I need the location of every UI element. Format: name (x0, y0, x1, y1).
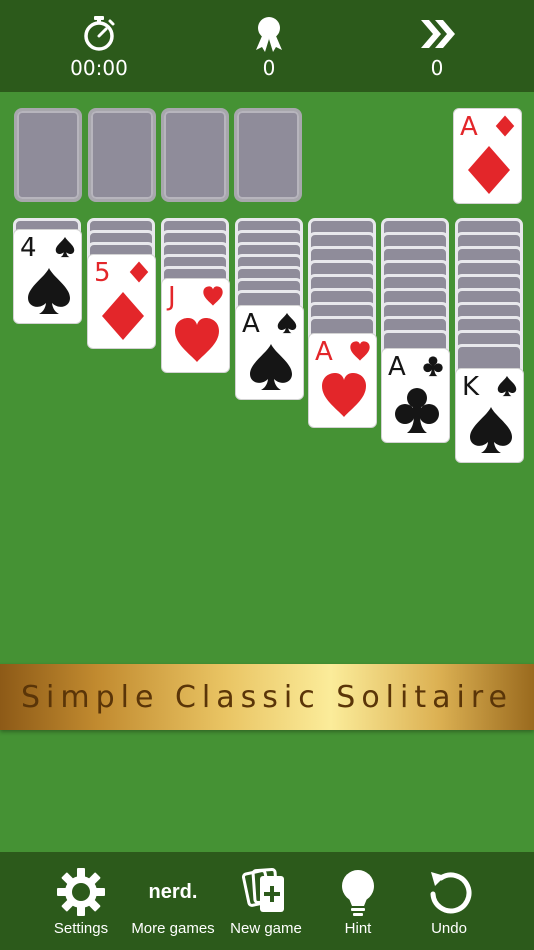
award-ribbon-icon (256, 17, 282, 52)
tableau-card[interactable]: A (381, 348, 450, 443)
tableau-card[interactable]: 4 (13, 229, 82, 324)
stopwatch-icon (84, 16, 115, 51)
hint-label: Hint (344, 920, 372, 937)
spade-icon (496, 375, 518, 397)
top-stats-bar: 00:00 0 0 (0, 0, 534, 92)
spade-icon (54, 236, 76, 258)
heart-icon (349, 340, 371, 362)
diamond-icon (98, 291, 148, 341)
hint-button[interactable]: Hint (332, 866, 384, 950)
spade-icon (276, 312, 298, 334)
score-stat: 0 (224, 14, 314, 84)
moves-value: 0 (430, 56, 444, 80)
card-rank: A (242, 309, 260, 339)
tableau-card[interactable]: A (308, 333, 377, 428)
card-rank: J (168, 282, 176, 312)
spade-icon (466, 405, 516, 455)
title-banner: Simple Classic Solitaire (0, 664, 534, 730)
empty-slot[interactable] (88, 108, 156, 202)
card-rank: A (315, 337, 333, 367)
undo-arrow-icon (430, 872, 472, 914)
card-rank: 5 (94, 258, 111, 288)
more-games-label: More games (131, 920, 215, 937)
new-game-button[interactable]: New game (226, 866, 306, 950)
card-rank: A (460, 112, 478, 142)
moves-stat: 0 (392, 14, 482, 84)
club-icon (392, 385, 442, 435)
game-table: A 4 5 J A A A K (0, 92, 534, 852)
tableau-card[interactable]: A (235, 305, 304, 400)
card-rank: 4 (20, 233, 37, 263)
card-rank: A (388, 352, 406, 382)
undo-label: Undo (431, 920, 467, 937)
timer-stat: 00:00 (54, 14, 144, 84)
new-game-label: New game (230, 920, 302, 937)
banner-title: Simple Classic Solitaire (21, 680, 513, 715)
empty-slot[interactable] (14, 108, 82, 202)
gear-icon (57, 868, 105, 916)
score-value: 0 (262, 56, 276, 80)
heart-icon (172, 315, 222, 365)
diamond-icon (464, 145, 514, 195)
lightbulb-icon (342, 870, 374, 916)
settings-label: Settings (53, 920, 109, 937)
foundation-card[interactable]: A (453, 108, 522, 204)
spade-icon (24, 266, 74, 316)
diamond-icon (128, 261, 150, 283)
nerd-logo: nerd. (148, 881, 198, 903)
tableau-card[interactable]: 5 (87, 254, 156, 349)
spade-icon (246, 342, 296, 392)
more-games-button[interactable]: nerd. More games (128, 866, 218, 950)
bottom-toolbar: Settings nerd. More games New game Hint … (0, 852, 534, 950)
tableau-card[interactable]: K (455, 368, 524, 463)
settings-button[interactable]: Settings (50, 866, 112, 950)
club-icon (422, 355, 444, 377)
timer-value: 00:00 (70, 56, 128, 80)
heart-icon (319, 370, 369, 420)
diamond-icon (494, 115, 516, 137)
undo-button[interactable]: Undo (420, 866, 478, 950)
fast-forward-icon (421, 20, 455, 48)
card-rank: K (462, 372, 480, 402)
tableau-card[interactable]: J (161, 278, 230, 373)
new-cards-icon (241, 867, 284, 912)
empty-slot[interactable] (234, 108, 302, 202)
heart-icon (202, 285, 224, 307)
empty-slot[interactable] (161, 108, 229, 202)
